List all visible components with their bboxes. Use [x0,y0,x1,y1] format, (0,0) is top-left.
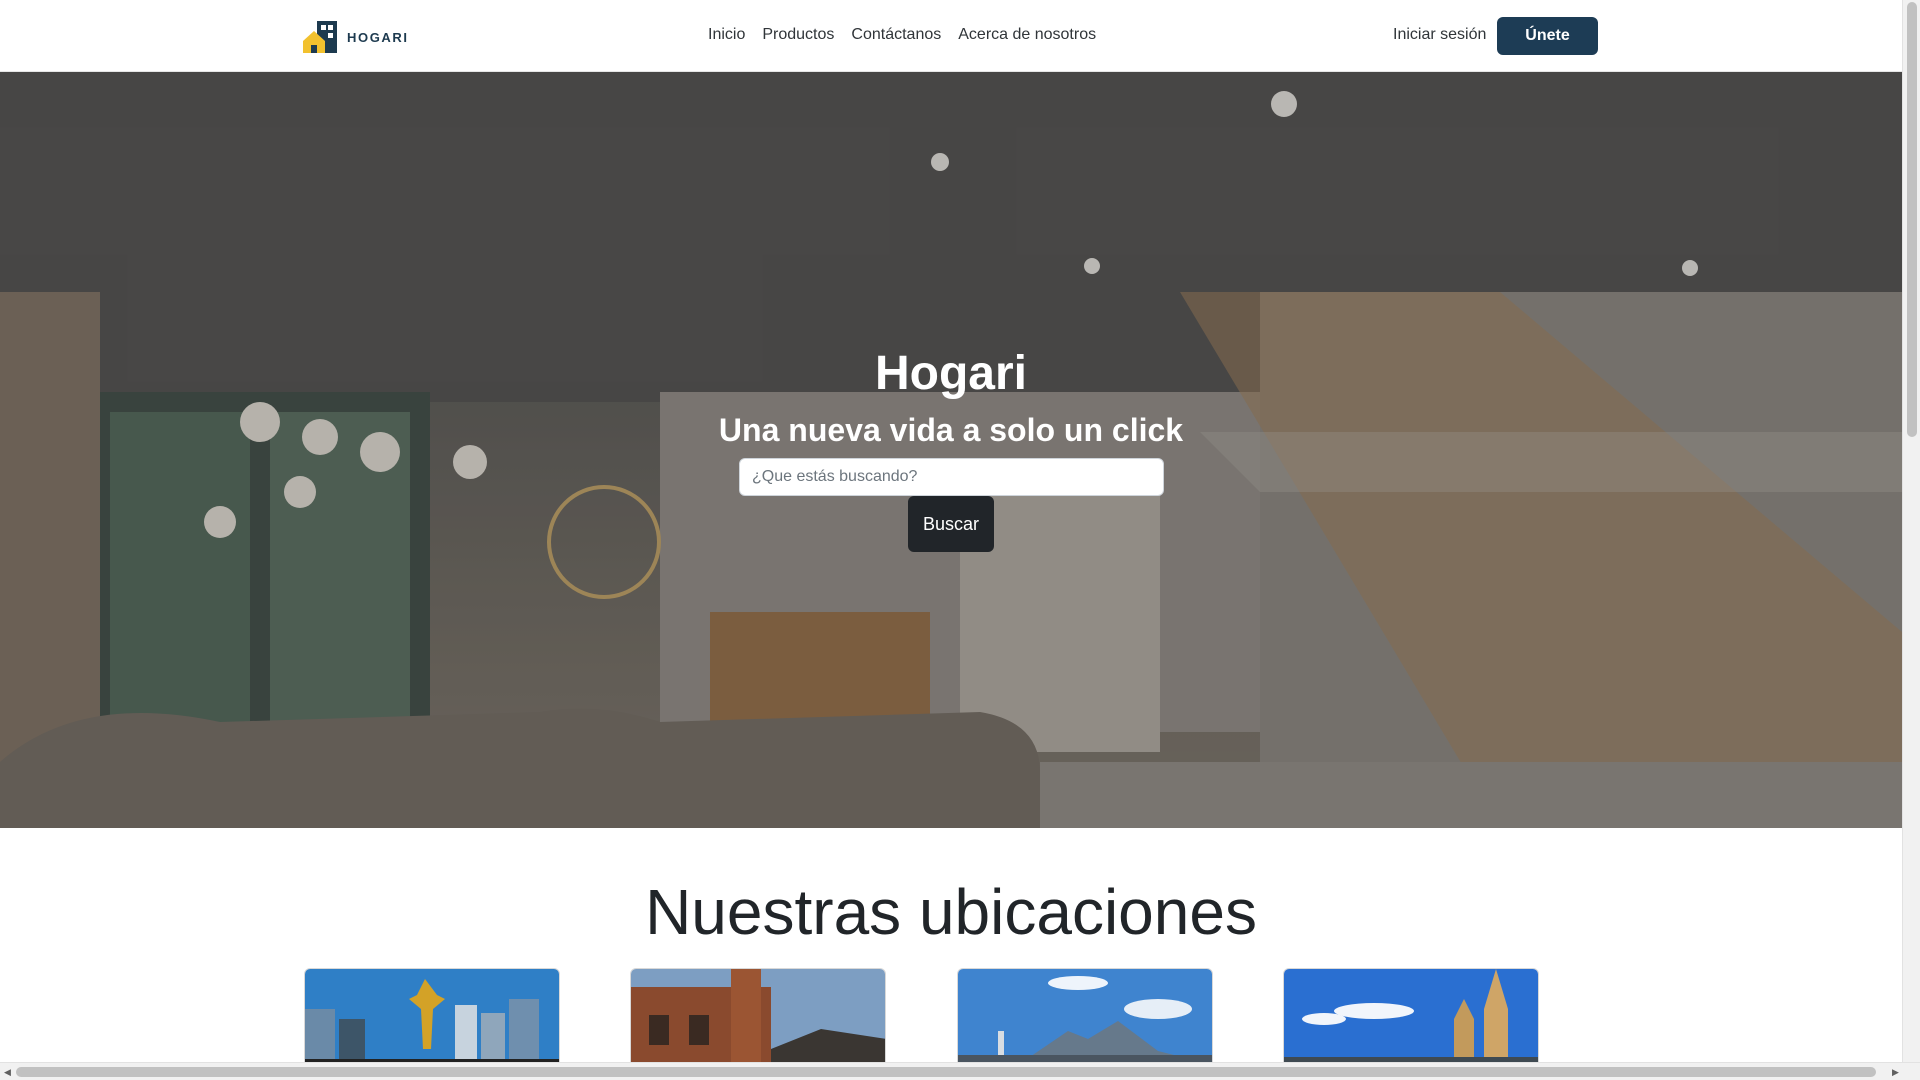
hero-section: Hogari Una nueva vida a solo un click Bu… [0,72,1902,828]
location-card-2[interactable] [630,968,886,1064]
city-skyline-angel-monument-image [305,969,559,1063]
main-nav: Inicio Productos Contáctanos Acerca de n… [708,24,1096,46]
brand-name: HOGARI [347,29,409,45]
nav-link-contactanos[interactable]: Contáctanos [851,24,941,46]
join-button[interactable]: Únete [1497,17,1598,55]
brick-station-building-image [631,969,885,1063]
scroll-right-arrow-icon[interactable]: ▶ [1892,1067,1899,1077]
hero-content: Hogari Una nueva vida a solo un click Bu… [0,72,1902,828]
location-card-1[interactable] [304,968,560,1064]
horizontal-scrollbar[interactable]: ◀ ▶ [0,1062,1920,1080]
vertical-scrollbar[interactable] [1902,0,1920,1062]
location-card-3[interactable] [957,968,1213,1064]
nav-link-productos[interactable]: Productos [762,24,834,46]
vertical-scrollbar-thumb[interactable] [1907,2,1917,437]
login-link[interactable]: Iniciar sesión [1393,24,1486,46]
hero-title: Hogari [874,347,1027,400]
search-input[interactable] [739,458,1164,496]
house-building-logo-icon [303,21,337,53]
locations-title: Nuestras ubicaciones [645,876,1257,948]
scroll-left-arrow-icon[interactable]: ◀ [4,1067,11,1077]
navbar: HOGARI Inicio Productos Contáctanos Acer… [0,0,1902,72]
nav-link-acerca[interactable]: Acerca de nosotros [958,24,1096,46]
mountain-city-panorama-image [958,969,1212,1063]
brand-logo-link[interactable]: HOGARI [303,19,409,55]
nav-link-inicio[interactable]: Inicio [708,24,745,46]
horizontal-scrollbar-thumb[interactable] [16,1067,1876,1077]
search-button[interactable]: Buscar [908,496,994,552]
cathedral-towers-image [1284,969,1538,1063]
hero-subtitle: Una nueva vida a solo un click [718,412,1184,448]
location-card-4[interactable] [1283,968,1539,1064]
